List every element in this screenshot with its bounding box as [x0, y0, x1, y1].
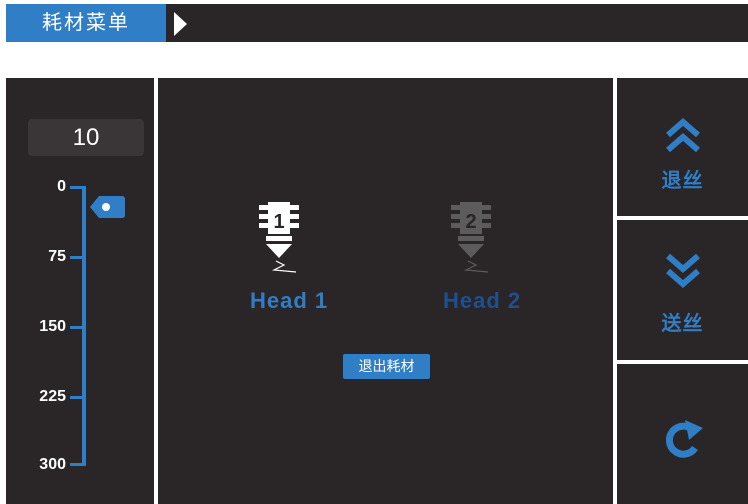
heads-panel: 1 2 Head 1 Head 2 退出耗材	[158, 78, 613, 504]
retract-label: 退丝	[661, 170, 704, 192]
extruder-head-2-icon[interactable]: 2	[436, 198, 506, 278]
double-chevron-up-icon	[666, 118, 700, 153]
scale-label-0: 0	[57, 178, 66, 195]
head-1-label[interactable]: Head 1	[250, 288, 328, 314]
step-scale-panel: 10 0 75 150 225 300	[6, 78, 154, 504]
feed-label: 送丝	[661, 313, 704, 335]
scale-label-150: 150	[39, 318, 66, 335]
refresh-icon	[665, 420, 703, 458]
head-2-label[interactable]: Head 2	[443, 288, 521, 314]
refresh-button[interactable]	[617, 364, 748, 504]
tag-pointer-icon[interactable]	[90, 196, 126, 218]
scale-tick-75	[70, 256, 84, 259]
scale-label-75: 75	[48, 248, 66, 265]
scale-tick-150	[70, 326, 84, 329]
feed-button[interactable]: 送丝	[617, 220, 748, 360]
head-2-number: 2	[465, 211, 476, 233]
double-chevron-down-icon	[666, 253, 700, 288]
scale-tick-0	[70, 186, 84, 189]
scale-tick-225	[70, 396, 84, 399]
scale-tick-300	[70, 463, 86, 466]
extruder-head-1-icon[interactable]: 1	[244, 198, 314, 278]
step-value-display[interactable]: 10	[28, 119, 144, 156]
scale-label-225: 225	[39, 388, 66, 405]
head-1-number: 1	[273, 211, 284, 233]
menu-title[interactable]: 耗材菜单	[6, 4, 166, 42]
exit-filament-button[interactable]: 退出耗材	[343, 354, 430, 379]
scale-label-300: 300	[39, 456, 66, 473]
retract-button[interactable]: 退丝	[617, 78, 748, 216]
top-bar: 耗材菜单	[6, 4, 748, 42]
triangle-right-icon	[174, 12, 187, 36]
